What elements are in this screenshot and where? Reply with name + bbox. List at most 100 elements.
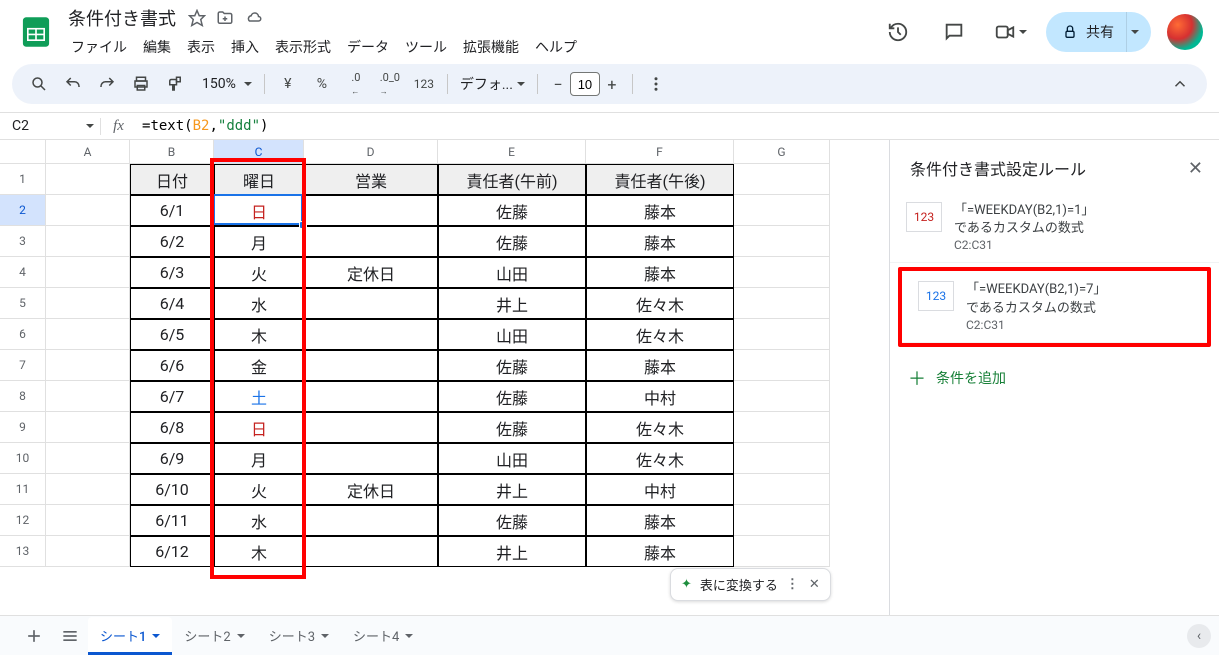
cell-C12[interactable]: 水	[214, 505, 304, 536]
convert-to-table-chip[interactable]: ✦ 表に変換する ⋮ ✕	[670, 568, 831, 601]
cell-A2[interactable]	[46, 195, 130, 226]
cell-B2[interactable]: 6/1	[130, 195, 214, 226]
sheet-tab-シート3[interactable]: シート3	[257, 617, 341, 655]
cell-C1[interactable]: 曜日	[214, 164, 304, 195]
select-all-corner[interactable]	[0, 140, 46, 164]
cell-A3[interactable]	[46, 226, 130, 257]
cell-G3[interactable]	[734, 226, 830, 257]
row-header-5[interactable]: 5	[0, 288, 46, 319]
meet-icon[interactable]	[990, 12, 1030, 52]
cell-F3[interactable]: 藤本	[586, 226, 734, 257]
zoom-dropdown[interactable]: 150%	[194, 76, 256, 92]
cell-F11[interactable]: 中村	[586, 474, 734, 505]
collapse-toolbar-icon[interactable]	[1165, 69, 1195, 99]
cell-F5[interactable]: 佐々木	[586, 288, 734, 319]
cell-A1[interactable]	[46, 164, 130, 195]
cell-F7[interactable]: 藤本	[586, 350, 734, 381]
cell-F12[interactable]: 藤本	[586, 505, 734, 536]
cell-G1[interactable]	[734, 164, 830, 195]
cell-G9[interactable]	[734, 412, 830, 443]
row-header-9[interactable]: 9	[0, 412, 46, 443]
cell-A12[interactable]	[46, 505, 130, 536]
cell-C8[interactable]: 土	[214, 381, 304, 412]
cell-F4[interactable]: 藤本	[586, 257, 734, 288]
cell-D2[interactable]	[304, 195, 438, 226]
row-header-7[interactable]: 7	[0, 350, 46, 381]
cell-F8[interactable]: 中村	[586, 381, 734, 412]
paint-format-icon[interactable]	[160, 69, 190, 99]
col-header-F[interactable]: F	[586, 140, 734, 164]
cell-E5[interactable]: 井上	[438, 288, 586, 319]
sheets-app-icon[interactable]	[16, 12, 56, 52]
decrease-decimal-button[interactable]: .0←	[341, 69, 371, 99]
cell-B12[interactable]: 6/11	[130, 505, 214, 536]
cell-E7[interactable]: 佐藤	[438, 350, 586, 381]
row-header-6[interactable]: 6	[0, 319, 46, 350]
cell-F13[interactable]: 藤本	[586, 536, 734, 567]
sheet-tab-シート1[interactable]: シート1	[88, 617, 172, 655]
col-header-A[interactable]: A	[46, 140, 130, 164]
move-icon[interactable]	[216, 9, 234, 27]
col-header-D[interactable]: D	[304, 140, 438, 164]
cell-C11[interactable]: 火	[214, 474, 304, 505]
format-rule-1[interactable]: 123「=WEEKDAY(B2,1)=7」であるカスタムの数式C2:C31	[902, 271, 1207, 342]
cell-C5[interactable]: 水	[214, 288, 304, 319]
row-header-11[interactable]: 11	[0, 474, 46, 505]
increase-font-size[interactable]: +	[600, 75, 624, 94]
row-header-1[interactable]: 1	[0, 164, 46, 195]
col-header-C[interactable]: C	[214, 140, 304, 164]
row-header-8[interactable]: 8	[0, 381, 46, 412]
share-button[interactable]: 共有	[1046, 12, 1151, 52]
cell-D7[interactable]	[304, 350, 438, 381]
sheet-menu-icon[interactable]	[405, 634, 413, 638]
add-rule-button[interactable]: ＋ 条件を追加	[890, 351, 1219, 405]
cell-G2[interactable]	[734, 195, 830, 226]
share-dropdown[interactable]	[1126, 12, 1151, 52]
cell-B9[interactable]: 6/8	[130, 412, 214, 443]
document-title[interactable]: 条件付き書式	[64, 4, 180, 32]
cell-E11[interactable]: 井上	[438, 474, 586, 505]
cell-A11[interactable]	[46, 474, 130, 505]
cell-F9[interactable]: 佐々木	[586, 412, 734, 443]
more-toolbar-icon[interactable]	[641, 69, 671, 99]
row-header-10[interactable]: 10	[0, 443, 46, 474]
cell-D3[interactable]	[304, 226, 438, 257]
increase-decimal-button[interactable]: .0_0→	[375, 69, 405, 99]
cell-C13[interactable]: 木	[214, 536, 304, 567]
sheet-menu-icon[interactable]	[152, 634, 160, 638]
chip-more-icon[interactable]: ⋮	[786, 577, 801, 592]
menu-ツール[interactable]: ツール	[398, 33, 454, 61]
search-menus-icon[interactable]	[24, 69, 54, 99]
cell-G12[interactable]	[734, 505, 830, 536]
cell-A13[interactable]	[46, 536, 130, 567]
cell-D4[interactable]: 定休日	[304, 257, 438, 288]
chip-close-icon[interactable]: ✕	[809, 577, 820, 592]
cell-C6[interactable]: 木	[214, 319, 304, 350]
cell-B4[interactable]: 6/3	[130, 257, 214, 288]
col-header-E[interactable]: E	[438, 140, 586, 164]
col-header-B[interactable]: B	[130, 140, 214, 164]
menu-ヘルプ[interactable]: ヘルプ	[528, 33, 584, 61]
decrease-font-size[interactable]: −	[546, 75, 570, 94]
cell-C4[interactable]: 火	[214, 257, 304, 288]
cell-F2[interactable]: 藤本	[586, 195, 734, 226]
cell-E3[interactable]: 佐藤	[438, 226, 586, 257]
row-header-12[interactable]: 12	[0, 505, 46, 536]
star-icon[interactable]	[188, 9, 206, 27]
cell-D1[interactable]: 営業	[304, 164, 438, 195]
menu-拡張機能[interactable]: 拡張機能	[456, 33, 526, 61]
account-avatar[interactable]	[1167, 14, 1203, 50]
cell-A9[interactable]	[46, 412, 130, 443]
row-header-3[interactable]: 3	[0, 226, 46, 257]
cell-E10[interactable]: 山田	[438, 443, 586, 474]
menu-ファイル[interactable]: ファイル	[64, 33, 134, 61]
cell-B8[interactable]: 6/7	[130, 381, 214, 412]
print-icon[interactable]	[126, 69, 156, 99]
cell-B7[interactable]: 6/6	[130, 350, 214, 381]
cell-E9[interactable]: 佐藤	[438, 412, 586, 443]
cell-A7[interactable]	[46, 350, 130, 381]
cell-B13[interactable]: 6/12	[130, 536, 214, 567]
cell-D5[interactable]	[304, 288, 438, 319]
cell-G4[interactable]	[734, 257, 830, 288]
cell-G6[interactable]	[734, 319, 830, 350]
